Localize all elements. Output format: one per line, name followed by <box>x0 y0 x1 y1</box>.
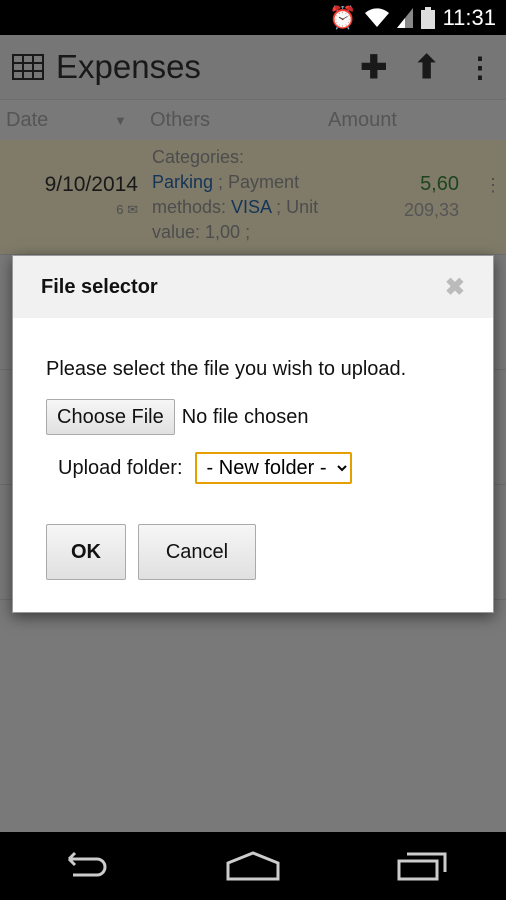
file-status: No file chosen <box>181 405 309 428</box>
dialog-prompt: Please select the file you wish to uploa… <box>46 358 407 380</box>
cancel-button[interactable]: Cancel <box>138 524 256 580</box>
dialog-title: File selector <box>41 275 158 298</box>
signal-icon <box>396 7 413 28</box>
upload-folder-select[interactable]: - New folder - <box>194 452 352 484</box>
ok-button[interactable]: OK <box>46 524 126 580</box>
home-icon[interactable] <box>226 851 280 881</box>
choose-file-button[interactable]: Choose File <box>46 399 175 435</box>
close-icon[interactable]: ✖ <box>445 273 465 302</box>
wifi-icon <box>364 7 389 27</box>
status-bar: ⏰ 11:31 <box>0 0 506 35</box>
back-icon[interactable] <box>59 851 109 881</box>
upload-folder-label: Upload folder: <box>58 456 183 479</box>
battery-icon <box>420 6 435 29</box>
navigation-bar <box>0 832 506 900</box>
alarm-icon: ⏰ <box>329 4 357 30</box>
recents-icon[interactable] <box>397 851 447 881</box>
file-selector-dialog: File selector ✖ Please select the file y… <box>12 255 494 613</box>
clock: 11:31 <box>442 4 496 30</box>
